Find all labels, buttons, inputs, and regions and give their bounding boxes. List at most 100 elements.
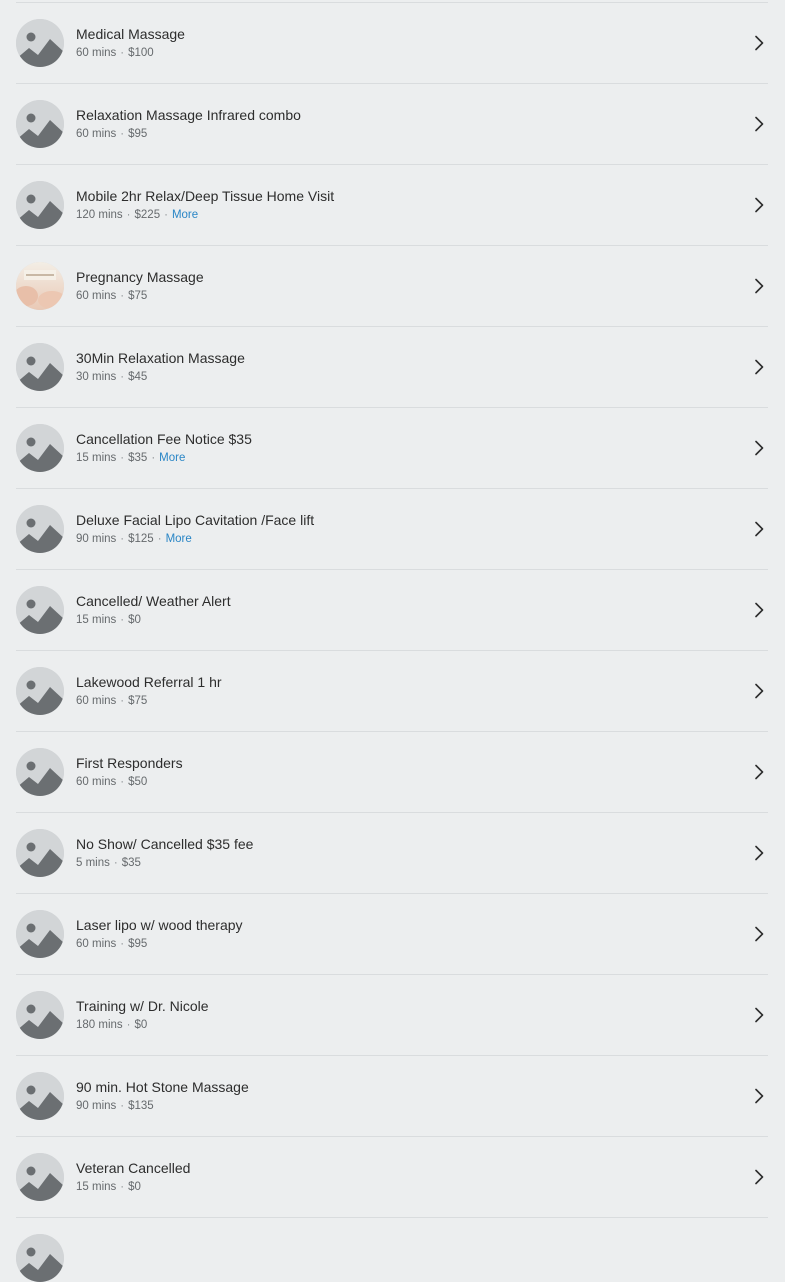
service-row[interactable]: Deluxe Facial Lipo Cavitation /Face lift… (16, 489, 768, 570)
service-meta: 120 mins · $225 · More (76, 207, 728, 223)
placeholder-image-icon (16, 829, 64, 877)
service-duration: 90 mins (76, 1100, 117, 1112)
separator-dot: · (164, 209, 168, 221)
chevron-right-icon[interactable] (752, 926, 766, 942)
placeholder-image-icon (16, 181, 64, 229)
service-row[interactable]: Relaxation Massage Infrared combo 60 mins… (16, 84, 768, 165)
service-row[interactable]: Pregnancy Massage 60 mins · $75 (16, 246, 768, 327)
chevron-right-icon[interactable] (752, 602, 766, 618)
service-price: $95 (128, 938, 148, 950)
separator-dot: · (120, 452, 125, 464)
service-info: Cancellation Fee Notice $35 15 mins · $35 · M… (76, 430, 728, 466)
placeholder-image-icon (16, 667, 64, 715)
service-name: Cancelled/ Weather Alert (76, 593, 231, 609)
chevron-right-icon[interactable] (752, 197, 766, 213)
service-duration: 60 mins (76, 776, 117, 788)
service-name: Pregnancy Massage (76, 269, 204, 285)
service-price: $35 (121, 857, 141, 869)
placeholder-image-icon (16, 910, 64, 958)
chevron-right-icon[interactable] (752, 521, 766, 537)
service-row[interactable]: Medical Massage 60 mins · $100 (16, 3, 768, 84)
service-name: Veteran Cancelled (76, 1160, 191, 1176)
service-price: $75 (128, 695, 148, 707)
chevron-right-icon[interactable] (752, 1169, 766, 1185)
service-info: First Responders 60 mins · $50 (76, 754, 728, 790)
placeholder-image-icon (16, 505, 64, 553)
service-meta: 15 mins · $0 (76, 1179, 728, 1195)
separator-dot: · (126, 209, 131, 221)
more-link[interactable]: More (166, 533, 192, 545)
service-row[interactable]: Training w/ Dr. Nicole 180 mins · $0 (16, 975, 768, 1056)
more-link[interactable]: More (172, 209, 198, 221)
more-link[interactable]: More (159, 452, 185, 464)
service-row[interactable]: First Responders 60 mins · $50 (16, 732, 768, 813)
service-price: $135 (128, 1100, 154, 1112)
service-price: $45 (128, 371, 148, 383)
chevron-right-icon[interactable] (752, 116, 766, 132)
chevron-right-icon[interactable] (752, 1007, 766, 1023)
chevron-right-icon[interactable] (752, 845, 766, 861)
service-info: Pregnancy Massage 60 mins · $75 (76, 268, 728, 304)
service-row[interactable]: 90 min. Hot Stone Massage 90 mins · $135 (16, 1056, 768, 1137)
service-meta: 15 mins · $35 · More (76, 450, 728, 466)
service-name: 30Min Relaxation Massage (76, 350, 245, 366)
service-info: Training w/ Dr. Nicole 180 mins · $0 (76, 997, 728, 1033)
placeholder-image-icon (16, 424, 64, 472)
separator-dot: · (120, 938, 125, 950)
service-name: 90 min. Hot Stone Massage (76, 1079, 249, 1095)
service-duration: 15 mins (76, 1181, 117, 1193)
service-price: $75 (128, 290, 148, 302)
service-price: $0 (134, 1019, 148, 1031)
service-name: Cancellation Fee Notice $35 (76, 431, 252, 447)
placeholder-image-icon (16, 343, 64, 391)
service-price: $0 (128, 1181, 141, 1193)
service-row[interactable]: 30Min Relaxation Massage 30 mins · $45 (16, 327, 768, 408)
service-meta: 60 mins · $95 (76, 936, 728, 952)
separator-dot: · (120, 128, 125, 140)
chevron-right-icon[interactable] (752, 278, 766, 294)
service-info: Lakewood Referral 1 hr 60 mins · $75 (76, 673, 728, 709)
service-name: Training w/ Dr. Nicole (76, 998, 209, 1014)
service-row[interactable]: Laser lipo w/ wood therapy 60 mins · $95 (16, 894, 768, 975)
service-meta: 60 mins · $75 (76, 693, 728, 709)
service-price: $225 (134, 209, 161, 221)
service-name: Lakewood Referral 1 hr (76, 674, 222, 690)
separator-dot: · (113, 857, 118, 869)
placeholder-image-icon (16, 1072, 64, 1120)
chevron-right-icon[interactable] (752, 683, 766, 699)
service-info: 30Min Relaxation Massage 30 mins · $45 (76, 349, 728, 385)
service-name: Medical Massage (76, 26, 185, 42)
chevron-right-icon[interactable] (752, 440, 766, 456)
service-duration: 60 mins (76, 938, 117, 950)
service-meta: 60 mins · $50 (76, 774, 728, 790)
chevron-right-icon[interactable] (752, 764, 766, 780)
service-row[interactable]: No Show/ Cancelled $35 fee 5 mins · $35 (16, 813, 768, 894)
service-duration: 60 mins (76, 290, 117, 302)
service-info: Deluxe Facial Lipo Cavitation /Face lift… (76, 511, 728, 547)
service-price: $0 (128, 614, 141, 626)
chevron-right-icon[interactable] (752, 35, 766, 51)
chevron-right-icon[interactable] (752, 1088, 766, 1104)
service-meta: 60 mins · $95 (76, 126, 728, 142)
service-duration: 60 mins (76, 128, 117, 140)
service-row[interactable]: Cancellation Fee Notice $35 15 mins · $35 · M… (16, 408, 768, 489)
separator-dot: · (151, 452, 156, 464)
service-row[interactable]: Cancelled/ Weather Alert 15 mins · $0 (16, 570, 768, 651)
placeholder-image-icon (16, 1153, 64, 1201)
service-duration: 180 mins (76, 1019, 123, 1031)
placeholder-image-icon (16, 586, 64, 634)
service-row[interactable]: Veteran Cancelled 15 mins · $0 (16, 1137, 768, 1218)
service-meta: 15 mins · $0 (76, 612, 728, 628)
service-row[interactable]: Mobile 2hr Relax/Deep Tissue Home Visit 1… (16, 165, 768, 246)
service-info: 90 min. Hot Stone Massage 90 mins · $135 (76, 1078, 728, 1114)
service-meta: 90 mins · $135 (76, 1098, 728, 1114)
placeholder-image-icon (16, 991, 64, 1039)
service-row[interactable]: Lakewood Referral 1 hr 60 mins · $75 (16, 651, 768, 732)
chevron-right-icon[interactable] (752, 359, 766, 375)
service-row-partial[interactable] (16, 1218, 768, 1282)
service-info: Veteran Cancelled 15 mins · $0 (76, 1159, 728, 1195)
separator-dot: · (120, 47, 125, 59)
separator-dot: · (120, 371, 125, 383)
service-meta: 5 mins · $35 (76, 855, 728, 871)
service-info: Medical Massage 60 mins · $100 (76, 25, 728, 61)
